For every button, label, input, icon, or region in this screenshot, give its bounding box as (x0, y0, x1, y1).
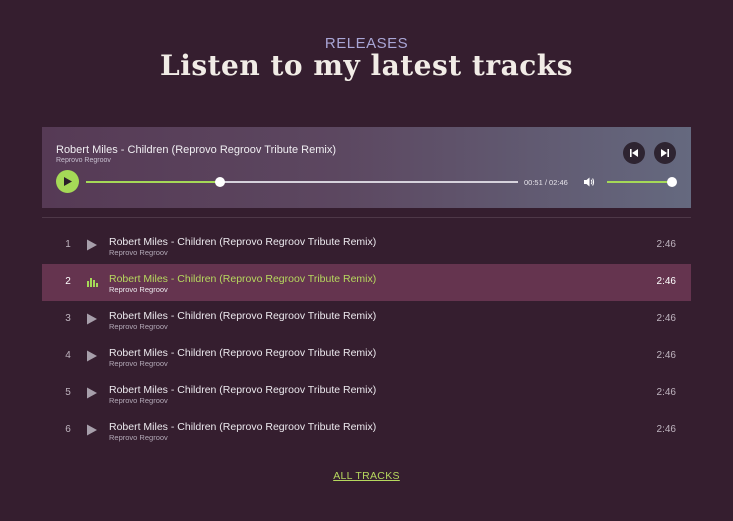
play-icon (64, 177, 72, 186)
track-row[interactable]: 1 Robert Miles - Children (Reprovo Regro… (42, 227, 691, 264)
track-title: Robert Miles - Children (Reprovo Regroov… (109, 273, 377, 285)
progress-handle[interactable] (214, 177, 225, 187)
track-number: 2 (65, 276, 71, 287)
now-playing-title: Robert Miles - Children (Reprovo Regroov… (56, 144, 336, 156)
now-playing-artist: Reprovo Regroov (56, 157, 111, 164)
play-icon[interactable] (85, 349, 99, 363)
track-duration: 2:46 (656, 276, 676, 287)
track-row[interactable]: 5 Robert Miles - Children (Reprovo Regro… (42, 375, 691, 412)
track-duration: 2:46 (656, 387, 676, 398)
track-number: 6 (65, 424, 71, 435)
track-artist: Reprovo Regroov (109, 285, 168, 294)
track-row[interactable]: 3 Robert Miles - Children (Reprovo Regro… (42, 301, 691, 338)
volume-icon[interactable] (583, 176, 595, 188)
audio-player: Robert Miles - Children (Reprovo Regroov… (42, 127, 691, 208)
track-title: Robert Miles - Children (Reprovo Regroov… (109, 347, 377, 359)
volume-slider[interactable] (607, 177, 677, 187)
track-duration: 2:46 (656, 239, 676, 250)
track-artist: Reprovo Regroov (109, 359, 168, 368)
progress-bar[interactable] (86, 177, 518, 187)
volume-handle[interactable] (667, 177, 677, 187)
track-artist: Reprovo Regroov (109, 396, 168, 405)
play-icon[interactable] (85, 312, 99, 326)
divider (42, 217, 691, 218)
track-number: 1 (65, 239, 71, 250)
track-row-active[interactable]: 2 Robert Miles - Children (Reprovo Regro… (42, 264, 691, 301)
play-icon[interactable] (85, 423, 99, 437)
track-title: Robert Miles - Children (Reprovo Regroov… (109, 384, 377, 396)
skip-previous-icon (630, 149, 638, 157)
track-number: 3 (65, 313, 71, 324)
play-icon[interactable] (85, 386, 99, 400)
volume-fill (607, 181, 672, 183)
play-icon[interactable] (85, 238, 99, 252)
equalizer-icon (87, 278, 98, 287)
track-row[interactable]: 4 Robert Miles - Children (Reprovo Regro… (42, 338, 691, 375)
track-title: Robert Miles - Children (Reprovo Regroov… (109, 236, 377, 248)
time-readout: 00:51 / 02:46 (524, 178, 568, 187)
previous-track-button[interactable] (623, 142, 645, 164)
next-track-button[interactable] (654, 142, 676, 164)
track-duration: 2:46 (656, 424, 676, 435)
all-tracks-link[interactable]: ALL TRACKS (0, 470, 733, 482)
track-duration: 2:46 (656, 313, 676, 324)
track-row[interactable]: 6 Robert Miles - Children (Reprovo Regro… (42, 412, 691, 449)
track-number: 4 (65, 350, 71, 361)
play-button[interactable] (56, 170, 79, 193)
track-duration: 2:46 (656, 350, 676, 361)
track-title: Robert Miles - Children (Reprovo Regroov… (109, 310, 377, 322)
page-title: Listen to my latest tracks (160, 49, 573, 82)
track-list: 1 Robert Miles - Children (Reprovo Regro… (42, 227, 691, 449)
track-artist: Reprovo Regroov (109, 248, 168, 257)
skip-next-icon (661, 149, 669, 157)
track-title: Robert Miles - Children (Reprovo Regroov… (109, 421, 377, 433)
progress-fill (86, 181, 220, 183)
track-artist: Reprovo Regroov (109, 322, 168, 331)
track-artist: Reprovo Regroov (109, 433, 168, 442)
track-number: 5 (65, 387, 71, 398)
